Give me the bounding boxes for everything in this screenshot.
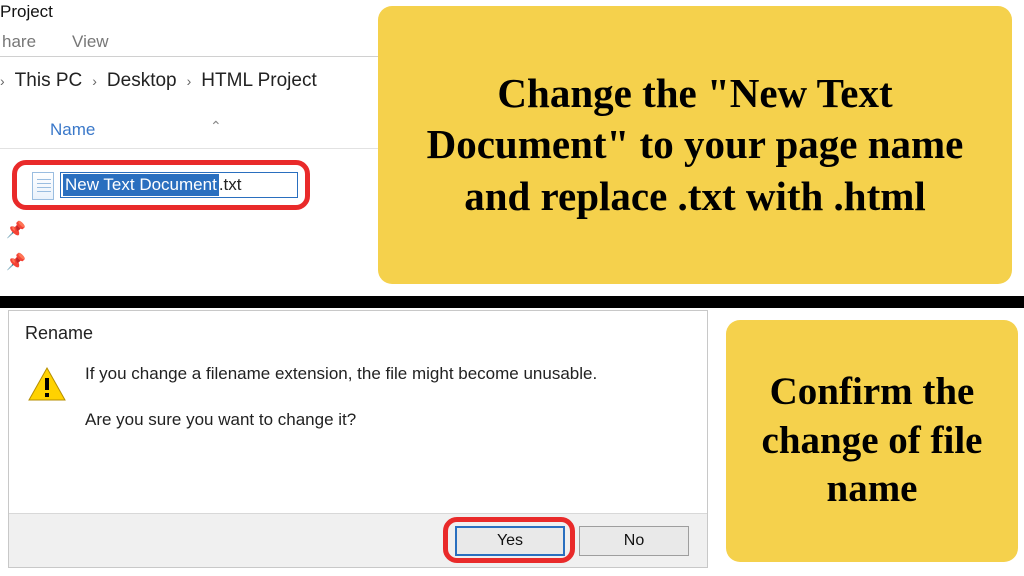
- text-file-icon: [32, 172, 54, 200]
- breadcrumb: › This PC › Desktop › HTML Project: [0, 70, 317, 92]
- rename-dialog: Rename If you change a filename extensio…: [8, 310, 708, 568]
- ribbon-tabs: hare View: [0, 28, 380, 58]
- ribbon-tab-share[interactable]: hare: [0, 32, 38, 52]
- filename-selected-text: New Text Document: [63, 174, 219, 196]
- annotation-confirm-instruction: Confirm the change of file name: [726, 320, 1018, 562]
- ribbon-separator: [0, 56, 380, 57]
- warning-icon: [27, 366, 67, 402]
- chevron-right-icon: ›: [187, 73, 192, 89]
- breadcrumb-item-html-project[interactable]: HTML Project: [201, 70, 316, 92]
- sort-caret-icon: ⌃: [210, 118, 222, 135]
- column-header-name[interactable]: Name: [50, 120, 95, 140]
- annotation-text: Confirm the change of file name: [746, 368, 998, 514]
- pin-icon: 📌: [6, 220, 22, 236]
- chevron-right-icon: ›: [92, 73, 97, 89]
- chevron-right-icon: ›: [0, 73, 5, 89]
- breadcrumb-item-desktop[interactable]: Desktop: [107, 70, 177, 92]
- annotation-rename-instruction: Change the "New Text Document" to your p…: [378, 6, 1012, 284]
- breadcrumb-item-this-pc[interactable]: This PC: [15, 70, 83, 92]
- ribbon-tab-view[interactable]: View: [70, 32, 111, 52]
- yes-button[interactable]: Yes: [455, 526, 565, 556]
- filename-extension: .txt: [219, 175, 242, 195]
- dialog-message-line2: Are you sure you want to change it?: [85, 408, 597, 432]
- column-separator: [0, 148, 380, 149]
- filename-edit-input[interactable]: New Text Document.txt: [60, 172, 298, 198]
- window-title: Project: [0, 2, 53, 22]
- dialog-footer: Yes No: [9, 513, 707, 567]
- annotation-text: Change the "New Text Document" to your p…: [398, 68, 992, 222]
- dialog-body-text: If you change a filename extension, the …: [85, 362, 597, 432]
- no-button[interactable]: No: [579, 526, 689, 556]
- dialog-title: Rename: [9, 311, 707, 352]
- pin-icon: 📌: [6, 252, 22, 268]
- section-divider: [0, 296, 1024, 308]
- dialog-message-line1: If you change a filename extension, the …: [85, 362, 597, 386]
